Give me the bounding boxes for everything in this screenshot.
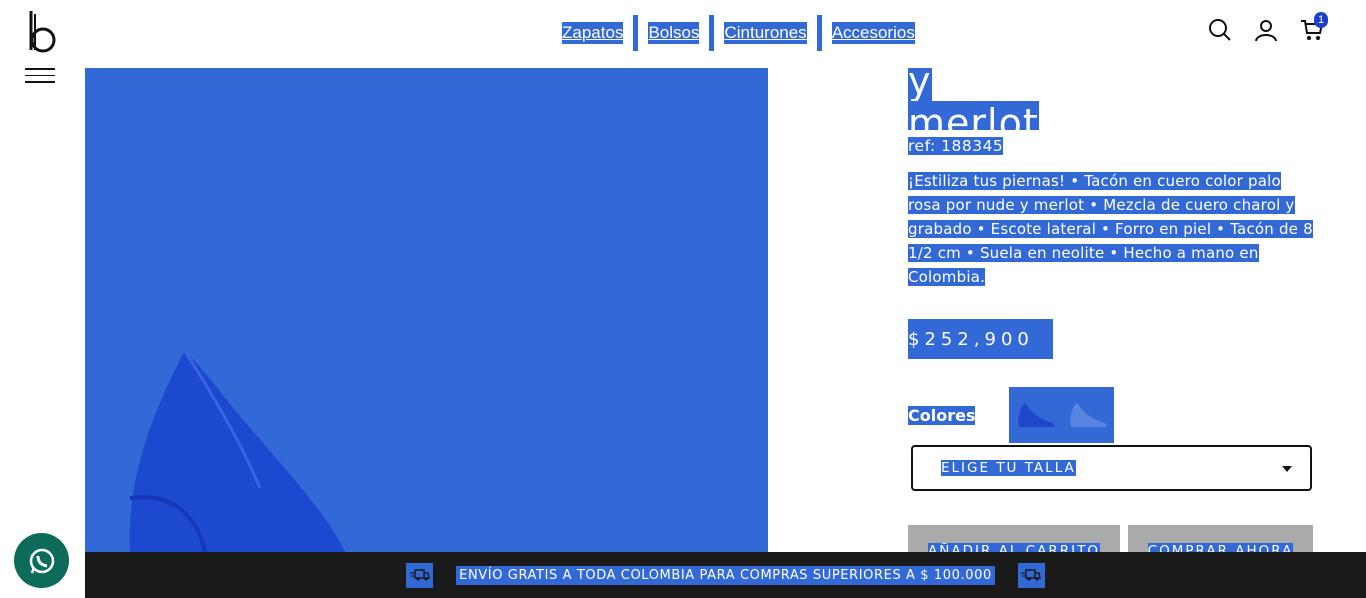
product-image	[85, 68, 768, 552]
product-ref: ref: 188345	[908, 137, 1004, 155]
nav-divider	[709, 15, 715, 51]
nav-item-accesorios[interactable]: Accesorios	[831, 22, 915, 44]
product-description: ¡Estiliza tus piernas! • Tacón en cuero …	[908, 172, 1313, 286]
cart-count-badge: 1	[1314, 12, 1328, 28]
header-icons: 1	[1208, 12, 1328, 42]
product-info: palo rosa por nude y merlot ref: 188345 …	[908, 40, 1318, 577]
whatsapp-icon[interactable]	[14, 533, 69, 588]
size-select-label: ELIGE TU TALLA	[941, 460, 1076, 476]
nav-item-cinturones[interactable]: Cinturones	[724, 22, 807, 44]
cart-icon[interactable]: 1	[1300, 12, 1328, 42]
product-price: $252,900	[908, 319, 1053, 359]
nav-item-zapatos[interactable]: Zapatos	[562, 22, 624, 44]
menu-icon[interactable]	[25, 68, 55, 84]
colors-row: Colores	[908, 387, 1318, 443]
size-select[interactable]: ELIGE TU TALLA	[911, 445, 1312, 491]
nav-divider	[816, 15, 822, 51]
main-nav: Zapatos Bolsos Cinturones Accesorios	[562, 15, 915, 51]
truck-icon	[1017, 562, 1045, 588]
truck-icon	[406, 562, 434, 588]
shipping-banner: ENVÍO GRATIS A TODA COLOMBIA PARA COMPRA…	[85, 552, 1366, 598]
brand-logo[interactable]	[27, 10, 57, 54]
user-icon[interactable]	[1254, 18, 1278, 42]
search-icon[interactable]	[1208, 18, 1232, 42]
color-swatch-2[interactable]	[1067, 399, 1109, 431]
nav-item-bolsos[interactable]: Bolsos	[648, 22, 700, 44]
color-swatch-1[interactable]	[1015, 399, 1057, 431]
product-title-line2: merlot	[908, 101, 1039, 130]
site-header: Zapatos Bolsos Cinturones Accesorios 1	[0, 0, 1366, 68]
colors-label: Colores	[908, 405, 976, 425]
color-swatches	[1009, 387, 1115, 443]
shipping-banner-text: ENVÍO GRATIS A TODA COLOMBIA PARA COMPRA…	[456, 565, 995, 585]
chevron-down-icon	[1282, 466, 1292, 472]
nav-divider	[633, 15, 639, 51]
